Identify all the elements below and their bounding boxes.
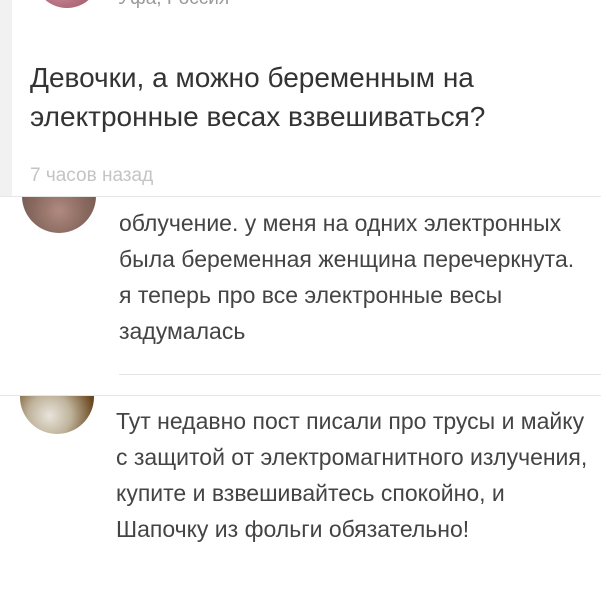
post-timestamp: 7 часов назад xyxy=(30,165,154,186)
post-text: Девочки, а можно беременным на электронн… xyxy=(30,62,486,132)
comment-panel: облучение. у меня на одних электронных б… xyxy=(0,196,601,396)
comment-text: Тут недавно пост писали про трусы и майк… xyxy=(116,408,588,542)
author-location: Уфа, Россия xyxy=(118,0,229,10)
comment-divider xyxy=(119,374,601,375)
comment-text: облучение. у меня на одних электронных б… xyxy=(119,210,575,344)
post-panel: Уфа, Россия Девочки, а можно беременным … xyxy=(0,0,601,196)
commenter-avatar[interactable] xyxy=(22,197,96,233)
comment-panel: Тут недавно пост писали про трусы и майк… xyxy=(0,395,601,601)
commenter-avatar[interactable] xyxy=(20,396,94,434)
